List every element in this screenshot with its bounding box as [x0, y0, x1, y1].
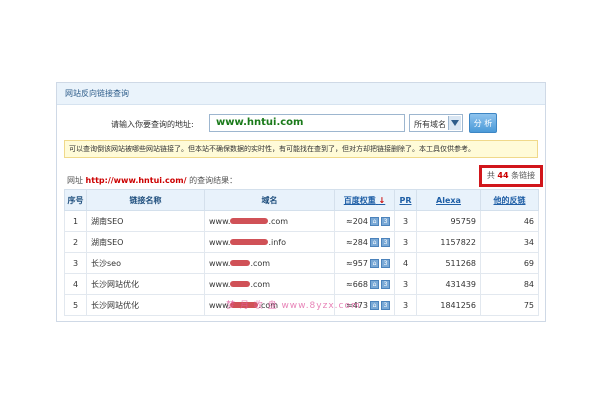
- weight-badge-icon[interactable]: ⌂: [370, 237, 379, 247]
- weight-badge-icon[interactable]: ⌂: [370, 300, 379, 310]
- domain-select-value: 所有域名: [414, 120, 446, 129]
- count-suffix: 条链接: [511, 171, 536, 180]
- row-weight: ≈957 ⌂ 3: [334, 252, 395, 274]
- header-backlinks[interactable]: 他的反链: [480, 189, 539, 211]
- link-count-box: 共 44 条链接: [479, 165, 543, 187]
- backlink-query-panel: 网站反向链接查询 请输入你要查询的地址: www.hntui.com 所有域名 …: [56, 82, 546, 322]
- table-row: 4 长沙网站优化 www. .com ≈668 ⌂ 3 3 431439 84: [64, 273, 539, 295]
- row-pr: 4: [394, 252, 417, 274]
- result-suffix: 的查询结果：: [189, 176, 238, 185]
- table-row: 2 湖南SEO www. .info ≈284 ⌂ 3 3 1157822 34: [64, 231, 539, 253]
- notice-banner: 可以查询倒该网站被哪些网站链接了。但本站不确保数据的实时性，有可能找在查到了，但…: [64, 140, 538, 158]
- weight-level-icon: 3: [381, 237, 390, 247]
- chevron-down-icon[interactable]: [448, 116, 461, 130]
- header-domain: 域名: [204, 189, 335, 211]
- redacted-mark: [230, 260, 251, 266]
- row-pr: 3: [394, 273, 417, 295]
- result-summary: 网址 http://www.hntui.com/ 的查询结果：: [67, 175, 237, 186]
- row-backlinks[interactable]: 46: [480, 210, 539, 232]
- row-index: 3: [64, 252, 87, 274]
- weight-level-icon: 3: [381, 258, 390, 268]
- row-alexa: 95759: [416, 210, 481, 232]
- header-link-name: 链接名称: [86, 189, 205, 211]
- panel-title: 网站反向链接查询: [57, 83, 545, 105]
- row-alexa: 1157822: [416, 231, 481, 253]
- url-input-value: www.hntui.com: [216, 117, 304, 128]
- row-link-name: 长沙网站优化: [86, 294, 205, 316]
- row-link-name: 湖南SEO: [86, 231, 205, 253]
- domain-select[interactable]: 所有域名: [409, 114, 463, 132]
- row-domain[interactable]: www. .com: [204, 273, 335, 295]
- header-pr[interactable]: PR: [394, 189, 417, 211]
- row-alexa: 431439: [416, 273, 481, 295]
- row-domain[interactable]: www. .com: [204, 210, 335, 232]
- row-weight: ≈668 ⌂ 3: [334, 273, 395, 295]
- search-row: 请输入你要查询的地址: www.hntui.com 所有域名 分 析: [57, 113, 545, 134]
- row-index: 4: [64, 273, 87, 295]
- row-backlinks[interactable]: 34: [480, 231, 539, 253]
- result-prefix: 网址: [67, 176, 83, 185]
- sort-arrow-icon: ↓: [378, 195, 386, 205]
- count-prefix: 共: [486, 171, 495, 180]
- weight-level-icon: 3: [381, 300, 390, 310]
- redacted-mark: [230, 239, 269, 245]
- row-weight: ≈204 ⌂ 3: [334, 210, 395, 232]
- weight-level-icon: 3: [381, 216, 390, 226]
- watermark: 梦 月 收 盘 www.8yzx.com: [226, 301, 361, 311]
- weight-badge-icon[interactable]: ⌂: [370, 258, 379, 268]
- row-backlinks[interactable]: 75: [480, 294, 539, 316]
- redacted-mark: [230, 281, 251, 287]
- table-header-row: 序号 链接名称 域名 百度权重 ↓ PR Alexa 他的反链: [64, 189, 539, 211]
- row-domain[interactable]: www. .info: [204, 231, 335, 253]
- row-alexa: 511268: [416, 252, 481, 274]
- result-url[interactable]: http://www.hntui.com/: [86, 176, 187, 185]
- weight-level-icon: 3: [381, 279, 390, 289]
- link-count: 44: [497, 171, 509, 180]
- header-baidu-weight[interactable]: 百度权重 ↓: [334, 189, 395, 211]
- row-link-name: 湖南SEO: [86, 210, 205, 232]
- header-alexa[interactable]: Alexa: [416, 189, 481, 211]
- row-index: 1: [64, 210, 87, 232]
- row-index: 2: [64, 231, 87, 253]
- weight-badge-icon[interactable]: ⌂: [370, 216, 379, 226]
- row-pr: 3: [394, 294, 417, 316]
- row-backlinks[interactable]: 69: [480, 252, 539, 274]
- row-weight: ≈284 ⌂ 3: [334, 231, 395, 253]
- analyze-button[interactable]: 分 析: [469, 113, 497, 133]
- header-index: 序号: [64, 189, 87, 211]
- row-pr: 3: [394, 231, 417, 253]
- weight-badge-icon[interactable]: ⌂: [370, 279, 379, 289]
- row-link-name: 长沙网站优化: [86, 273, 205, 295]
- redacted-mark: [230, 218, 269, 224]
- row-pr: 3: [394, 210, 417, 232]
- url-input[interactable]: www.hntui.com: [209, 114, 405, 132]
- row-alexa: 1841256: [416, 294, 481, 316]
- row-domain[interactable]: www. .com: [204, 252, 335, 274]
- results-table: 序号 链接名称 域名 百度权重 ↓ PR Alexa 他的反链 1 湖南SEO …: [64, 189, 539, 316]
- row-link-name: 长沙seo: [86, 252, 205, 274]
- row-index: 5: [64, 294, 87, 316]
- row-backlinks[interactable]: 84: [480, 273, 539, 295]
- table-row: 1 湖南SEO www. .com ≈204 ⌂ 3 3 95759 46: [64, 210, 539, 232]
- table-row: 3 长沙seo www. .com ≈957 ⌂ 3 4 511268 69: [64, 252, 539, 274]
- search-label: 请输入你要查询的地址:: [111, 120, 194, 129]
